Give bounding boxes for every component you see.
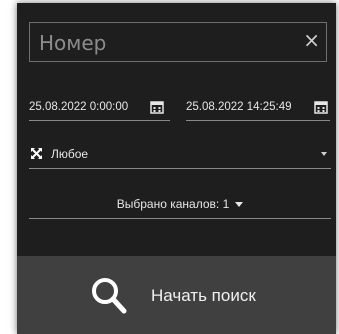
number-input[interactable]: Номер × [29, 22, 327, 62]
calendar-icon[interactable] [150, 100, 164, 114]
number-placeholder: Номер [39, 31, 107, 55]
date-to-value: 25.08.2022 14:25:49 [186, 101, 292, 113]
clear-icon[interactable]: × [303, 30, 320, 50]
date-to-underline [186, 120, 330, 121]
channels-dropdown[interactable]: Выбрано каналов: 1 [29, 193, 331, 215]
expand-arrows-icon [31, 148, 42, 159]
chevron-down-icon [321, 152, 327, 156]
search-panel: Номер × 25.08.2022 0:00:00 25.08.2022 14… [17, 3, 336, 334]
calendar-icon[interactable] [314, 100, 328, 114]
magnifier-icon [92, 278, 127, 314]
type-dropdown-value: Любое [51, 147, 89, 161]
chevron-down-icon [235, 202, 244, 207]
channels-underline [29, 218, 331, 219]
start-search-label: Начать поиск [151, 286, 256, 305]
date-from-value: 25.08.2022 0:00:00 [29, 101, 129, 113]
start-search-button[interactable]: Начать поиск [17, 256, 336, 334]
type-underline [29, 168, 331, 169]
channels-dropdown-label: Выбрано каналов: 1 [116, 197, 230, 211]
date-from-underline [29, 120, 170, 121]
type-dropdown[interactable]: Любое [29, 143, 331, 165]
